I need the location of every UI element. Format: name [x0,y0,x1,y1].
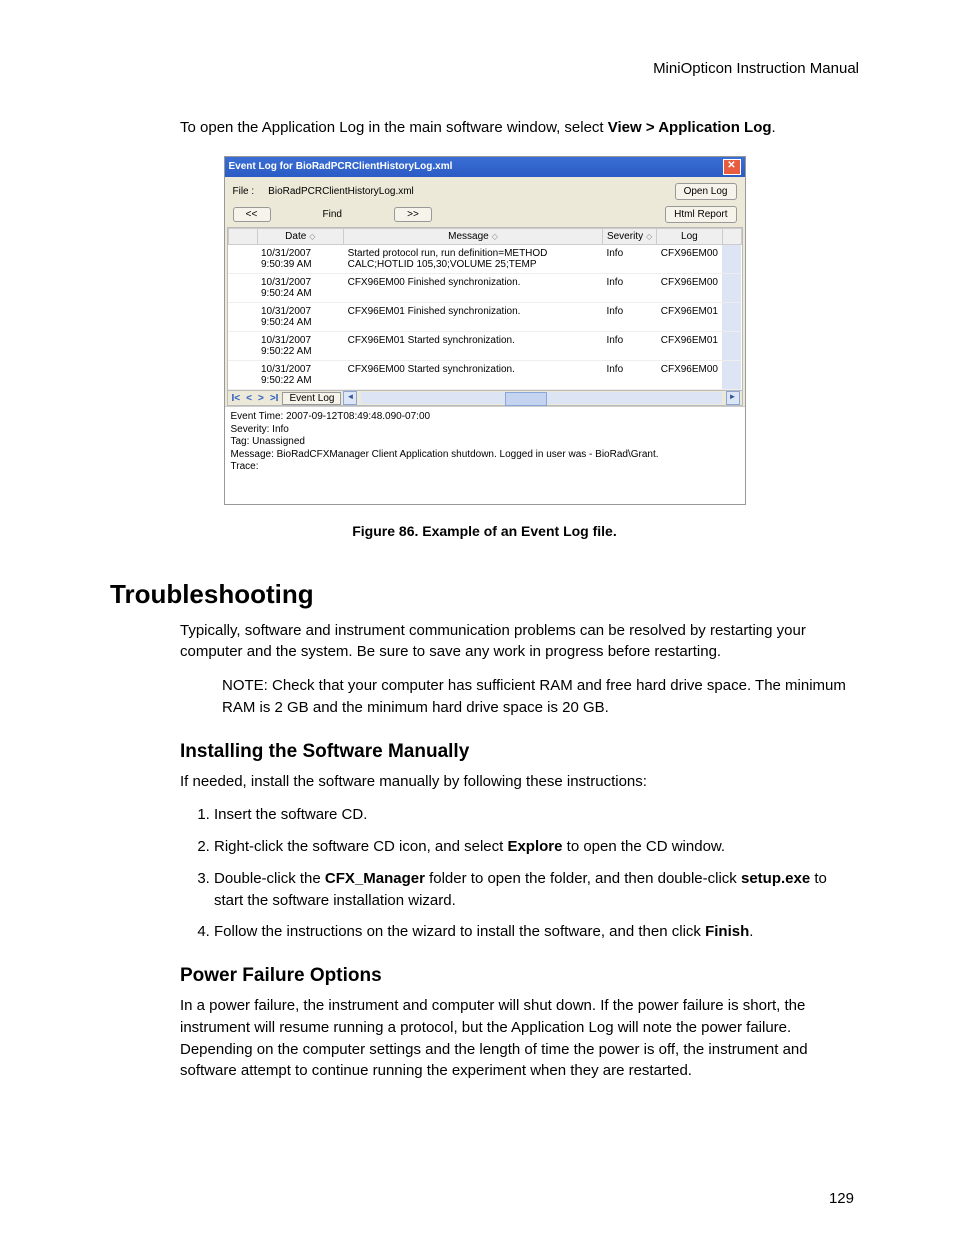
intro-paragraph: To open the Application Log in the main … [180,117,859,138]
scroll-left-icon[interactable]: ◄ [343,391,357,405]
event-log-table: Date Message Severity Log 10/31/2007 9:5… [228,228,742,390]
event-log-tab[interactable]: Event Log [282,392,341,405]
file-value: BioRadPCRClientHistoryLog.xml [268,186,414,197]
list-item: Follow the instructions on the wizard to… [214,921,859,943]
prev-page-icon[interactable]: < [244,393,254,404]
scrollbar-horizontal[interactable] [361,392,721,404]
scrollbar-vertical[interactable] [722,229,741,245]
table-row: 10/31/2007 9:50:22 AMCFX96EM01 Started s… [228,332,741,361]
next-page-icon[interactable]: > [256,393,266,404]
list-item: Right-click the software CD icon, and se… [214,836,859,858]
event-log-window: Event Log for BioRadPCRClientHistoryLog.… [224,156,746,505]
table-row: 10/31/2007 9:50:24 AMCFX96EM01 Finished … [228,303,741,332]
open-log-button[interactable]: Open Log [675,183,737,200]
column-header-date[interactable]: Date [257,229,344,245]
file-label: File : [233,186,255,197]
nav-fwd-button[interactable]: >> [394,207,432,222]
sort-icon [489,231,498,242]
list-item: Insert the software CD. [214,804,859,826]
page-number: 129 [829,1190,854,1207]
intro-text-post: . [772,119,776,136]
column-header-message[interactable]: Message [344,229,603,245]
intro-text-pre: To open the Application Log in the main … [180,119,608,136]
first-page-icon[interactable]: I< [230,393,243,404]
window-title: Event Log for BioRadPCRClientHistoryLog.… [229,157,453,177]
titlebar: Event Log for BioRadPCRClientHistoryLog.… [225,157,745,177]
column-header-empty [228,229,257,245]
close-icon[interactable]: ✕ [723,159,741,175]
sort-icon [306,231,315,242]
column-header-severity[interactable]: Severity [602,229,656,245]
doc-header: MiniOpticon Instruction Manual [110,60,859,77]
heading-power-failure: Power Failure Options [180,965,859,987]
heading-troubleshooting: Troubleshooting [110,579,859,610]
body-text: In a power failure, the instrument and c… [180,995,859,1082]
table-row: 10/31/2007 9:50:39 AMStarted protocol ru… [228,245,741,274]
find-label: Find [323,209,342,220]
html-report-button[interactable]: Html Report [665,206,736,223]
note-text: NOTE: Check that your computer has suffi… [222,675,859,719]
event-details: Event Time: 2007-09-12T08:49:48.090-07:0… [225,406,745,504]
table-row: 10/31/2007 9:50:24 AMCFX96EM00 Finished … [228,274,741,303]
body-text: Typically, software and instrument commu… [180,620,859,664]
table-row: 10/31/2007 9:50:22 AMCFX96EM00 Started s… [228,361,741,390]
list-item: Double-click the CFX_Manager folder to o… [214,868,859,912]
last-page-icon[interactable]: >I [268,393,281,404]
figure-caption: Figure 86. Example of an Event Log file. [110,523,859,539]
scrollbar-thumb[interactable] [505,392,547,406]
column-header-log[interactable]: Log [657,229,722,245]
nav-back-button[interactable]: << [233,207,271,222]
sort-icon [643,231,652,242]
body-text: If needed, install the software manually… [180,771,859,793]
intro-menu-path: View > Application Log [608,119,772,136]
scroll-right-icon[interactable]: ► [726,391,740,405]
heading-installing: Installing the Software Manually [180,741,859,763]
